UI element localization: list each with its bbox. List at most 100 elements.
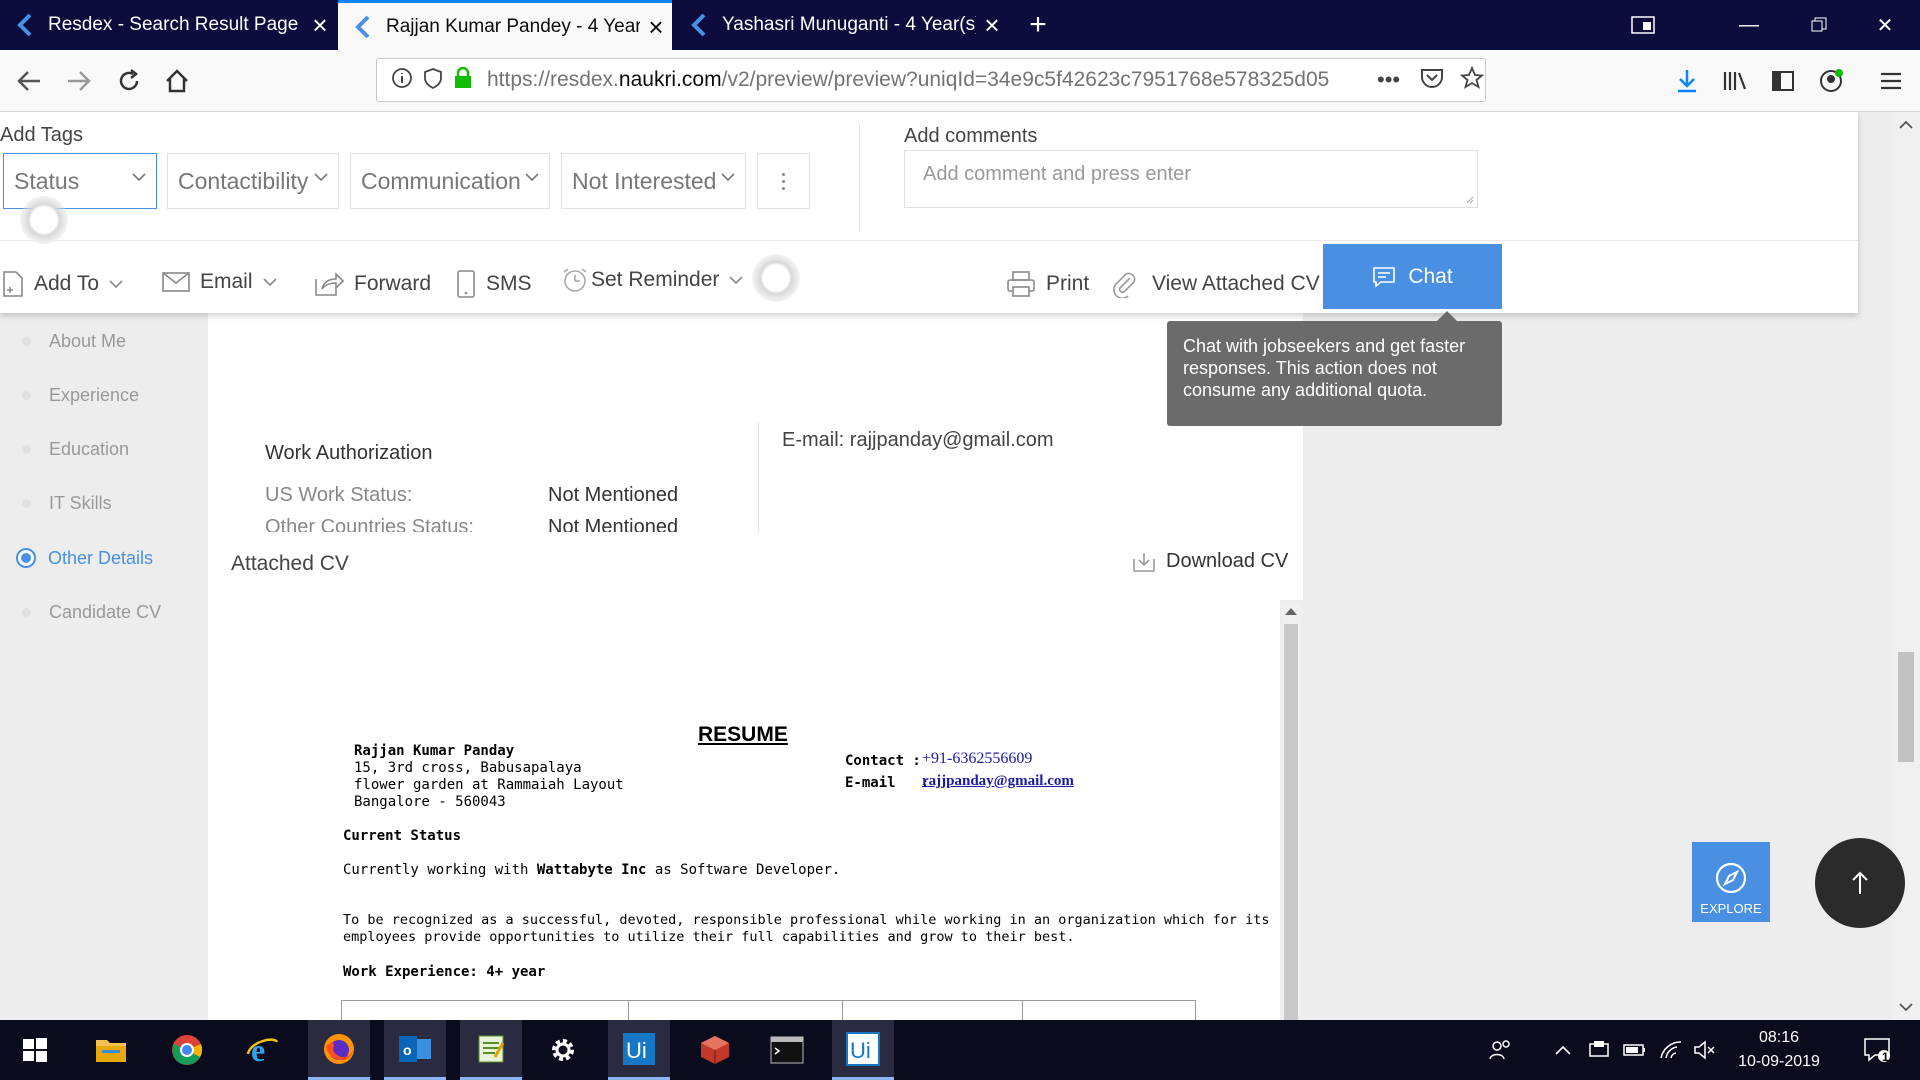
more-tags-button[interactable] [757, 153, 810, 209]
notification-center-icon[interactable]: 1 [1852, 1020, 1902, 1080]
resume-address-1: 15, 3rd cross, Babusapalaya [354, 760, 582, 776]
forward-share-icon [315, 272, 344, 296]
comment-input[interactable]: Add comment and press enter [904, 150, 1478, 208]
print-button[interactable]: Print [1006, 264, 1089, 304]
restore-button[interactable] [1784, 0, 1854, 50]
new-tab-button[interactable]: + [1020, 0, 1056, 50]
status-select[interactable]: Status [3, 153, 157, 209]
scroll-to-top-button[interactable] [1815, 838, 1905, 928]
sidenav-item-other-details[interactable]: Other Details [16, 543, 153, 573]
virtualbox-icon[interactable] [684, 1020, 746, 1080]
close-window-button[interactable]: ✕ [1850, 0, 1920, 50]
close-icon[interactable]: × [640, 14, 672, 40]
sidenav-item-it-skills[interactable]: IT Skills [20, 488, 112, 518]
windows-start-icon[interactable] [4, 1020, 66, 1080]
tab-resdex-search[interactable]: Resdex - Search Result Page × [0, 0, 336, 50]
pocket-icon[interactable] [1420, 67, 1444, 94]
downloads-button[interactable] [1666, 60, 1708, 102]
chrome-icon[interactable] [156, 1020, 218, 1080]
uipath-studio-icon[interactable]: Ui [608, 1020, 670, 1080]
back-button[interactable] [8, 60, 50, 102]
tab-yashasri-profile[interactable]: Yashasri Munuganti - 4 Year(s) × [674, 0, 1008, 50]
menu-button[interactable] [1870, 60, 1912, 102]
resume-email-link[interactable]: rajjpanday@gmail.com [922, 773, 1074, 790]
view-attached-cv-button[interactable]: View Attached CV [1110, 264, 1320, 304]
set-reminder-button[interactable]: Set Reminder [561, 260, 753, 300]
add-to-button[interactable]: Add To [2, 264, 133, 304]
sidenav-item-candidate-cv[interactable]: Candidate CV [20, 597, 161, 627]
sidenav-item-experience[interactable]: Experience [20, 380, 139, 410]
wifi-icon[interactable] [1654, 1020, 1688, 1080]
chevron-down-icon [314, 173, 328, 182]
scroll-up-icon[interactable] [1285, 608, 1297, 615]
tablet-mode-icon[interactable] [1608, 0, 1678, 50]
chat-button[interactable]: Chat [1323, 244, 1502, 309]
outlook-icon[interactable]: o [384, 1020, 446, 1080]
clock-time: 08:16 [1758, 1029, 1800, 1046]
windows-taskbar: e o Ui Ui 08:16 10-09-2019 1 [0, 1020, 1920, 1080]
close-icon[interactable]: × [304, 12, 336, 38]
sidenav-item-education[interactable]: Education [20, 434, 129, 464]
lock-icon[interactable] [453, 66, 473, 94]
reload-button[interactable] [108, 60, 150, 102]
bookmark-star-icon[interactable] [1459, 65, 1485, 95]
page-actions-icon[interactable]: ••• [1377, 67, 1400, 93]
contact-email: E-mail: rajjpanday@gmail.com [782, 429, 1054, 451]
communication-select[interactable]: Communication [350, 153, 550, 209]
sms-button[interactable]: SMS [456, 264, 532, 304]
arrow-right-icon [68, 71, 91, 91]
sidebar-icon [1772, 71, 1794, 91]
download-cv-button[interactable]: Download CV [1132, 550, 1288, 573]
scroll-thumb[interactable] [1284, 624, 1298, 1020]
chevron-down-icon [262, 278, 277, 287]
select-value: Not Interested [572, 167, 717, 194]
uipath-robot-icon[interactable]: Ui [832, 1020, 894, 1080]
chat-tooltip: Chat with jobseekers and get faster resp… [1167, 311, 1502, 426]
library-button[interactable] [1714, 60, 1756, 102]
firefox-icon[interactable] [308, 1020, 370, 1080]
battery-icon[interactable] [1618, 1020, 1652, 1080]
resize-handle-icon[interactable] [1464, 194, 1474, 204]
minimize-button[interactable]: — [1714, 0, 1784, 50]
cv-document-preview[interactable]: RESUME Rajjan Kumar Panday 15, 3rd cross… [208, 597, 1280, 1020]
forward-button[interactable] [58, 60, 100, 102]
volume-muted-icon[interactable] [1688, 1020, 1722, 1080]
sidenav-item-about-me[interactable]: About Me [20, 326, 126, 356]
table-divider [842, 1001, 843, 1020]
close-icon[interactable]: × [976, 12, 1008, 38]
notepad-icon[interactable] [460, 1020, 522, 1080]
explore-button[interactable]: EXPLORE [1692, 842, 1770, 922]
forward-button[interactable]: Forward [314, 264, 431, 304]
add-tags-heading: Add Tags [0, 124, 84, 146]
people-icon[interactable] [1480, 1020, 1520, 1080]
internet-explorer-icon[interactable]: e [232, 1020, 294, 1080]
not-interested-select[interactable]: Not Interested [561, 153, 746, 209]
page-scroll-thumb[interactable] [1898, 652, 1914, 762]
cv-preview-scrollbar[interactable] [1281, 604, 1301, 1020]
attached-cv-heading: Attached CV [231, 552, 349, 575]
system-clock[interactable]: 08:16 10-09-2019 [1724, 1026, 1834, 1074]
account-button[interactable] [1810, 60, 1852, 102]
nav-dot [22, 390, 31, 400]
info-icon[interactable] [391, 67, 413, 94]
file-explorer-icon[interactable] [80, 1020, 142, 1080]
tab-rajjan-profile[interactable]: Rajjan Kumar Pandey - 4 Year(s) × [338, 0, 672, 50]
chat-label: Chat [1408, 264, 1453, 288]
sidenav-label: About Me [49, 330, 127, 351]
chevron-down-icon [109, 280, 123, 289]
home-button[interactable] [156, 60, 198, 102]
settings-gear-icon[interactable] [532, 1020, 594, 1080]
scroll-up-arrow-icon[interactable] [1899, 120, 1913, 130]
address-bar[interactable]: https://resdex.naukri.com/v2/preview/pre… [376, 58, 1486, 102]
svg-text:Ui: Ui [626, 1038, 647, 1063]
svg-text:Ui: Ui [850, 1038, 871, 1063]
tracking-shield-icon[interactable] [423, 67, 443, 94]
contactibility-select[interactable]: Contactibility [167, 153, 339, 209]
device-icon[interactable] [1582, 1020, 1616, 1080]
download-arrow-icon [1678, 70, 1696, 93]
sidebar-button[interactable] [1762, 60, 1804, 102]
scroll-down-arrow-icon[interactable] [1899, 1002, 1913, 1012]
email-button[interactable]: Email [162, 262, 287, 302]
command-prompt-icon[interactable] [756, 1020, 818, 1080]
chevron-up-icon[interactable] [1548, 1020, 1578, 1080]
